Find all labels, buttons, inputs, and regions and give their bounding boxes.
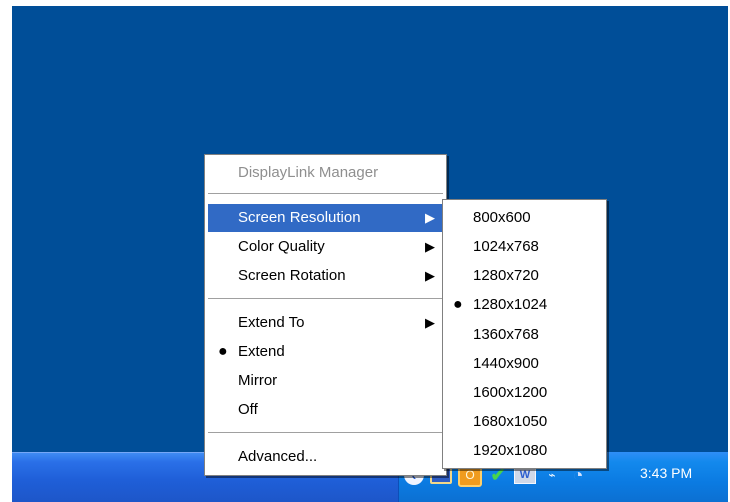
menu-item-screen-resolution-label: Screen Resolution [238,209,361,226]
resolution-option-label: 800x600 [473,209,531,226]
resolution-option-label: 1440x900 [473,355,539,372]
menu-separator [208,193,443,195]
resolution-option-label: 1360x768 [473,326,539,343]
menu-title-text: DisplayLink Manager [238,164,379,181]
resolution-option-1680x1050[interactable]: 1680x1050 [445,407,604,436]
menu-item-advanced-label: Advanced... [238,448,318,465]
menu-item-extend-to-label: Extend To [238,314,305,331]
menu-item-off[interactable]: Off [208,396,443,424]
submenu-arrow-icon: ▶ [425,268,435,283]
menu-item-advanced[interactable]: Advanced... [208,443,443,471]
displaylink-menu: DisplayLink Manager Screen Resolution ▶ … [204,154,447,476]
resolution-option-1600x1200[interactable]: 1600x1200 [445,378,604,407]
menu-item-color-quality[interactable]: Color Quality ▶ [208,233,443,261]
resolution-option-1440x900[interactable]: 1440x900 [445,349,604,378]
resolution-option-label: 1280x720 [473,267,539,284]
menu-item-screen-resolution[interactable]: Screen Resolution ▶ [208,204,443,232]
submenu-arrow-icon: ▶ [425,315,435,330]
menu-separator [208,298,443,300]
menu-item-color-quality-label: Color Quality [238,238,325,255]
resolution-option-label: 1920x1080 [473,442,548,459]
menu-separator [208,432,443,434]
menu-item-mirror-label: Mirror [238,372,278,389]
submenu-arrow-icon: ▶ [425,239,435,254]
menu-item-off-label: Off [238,401,258,418]
menu-item-extend[interactable]: ● Extend [208,338,443,366]
menu-item-extend-to[interactable]: Extend To ▶ [208,309,443,337]
resolution-option-label: 1600x1200 [473,384,548,401]
resolution-option-1024x768[interactable]: 1024x768 [445,232,604,261]
taskbar-clock[interactable]: 3:43 PM [640,466,692,480]
resolution-option-label: 1680x1050 [473,413,548,430]
resolution-option-1280x1024[interactable]: ● 1280x1024 [445,290,604,319]
screen-resolution-submenu: 800x600 1024x768 1280x720 ● 1280x1024 13… [442,199,607,469]
selected-bullet-icon: ● [218,343,228,360]
menu-item-screen-rotation[interactable]: Screen Rotation ▶ [208,262,443,290]
resolution-option-1920x1080[interactable]: 1920x1080 [445,436,604,465]
resolution-option-label: 1280x1024 [473,296,548,313]
menu-title: DisplayLink Manager [208,159,443,187]
resolution-option-800x600[interactable]: 800x600 [445,203,604,232]
selected-bullet-icon: ● [453,296,463,313]
resolution-option-1360x768[interactable]: 1360x768 [445,320,604,349]
menu-item-mirror[interactable]: Mirror [208,367,443,395]
menu-item-extend-label: Extend [238,343,285,360]
resolution-option-label: 1024x768 [473,238,539,255]
submenu-arrow-icon: ▶ [425,210,435,225]
menu-item-screen-rotation-label: Screen Rotation [238,267,346,284]
resolution-option-1280x720[interactable]: 1280x720 [445,261,604,290]
